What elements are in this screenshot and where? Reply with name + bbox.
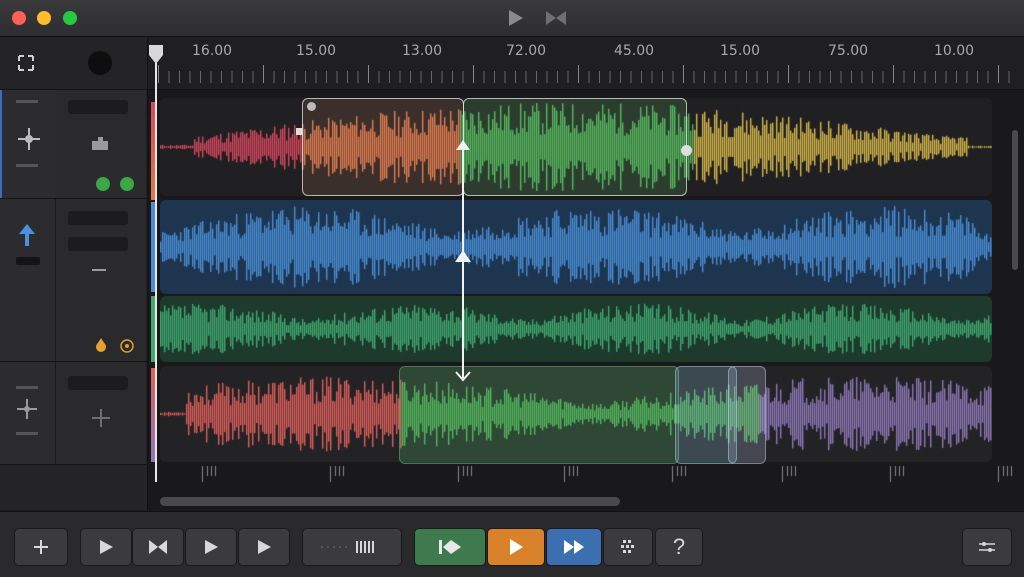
track-2-info	[56, 199, 146, 361]
ruler-label: 16.00	[192, 43, 233, 59]
ruler-label: 15.00	[720, 43, 761, 59]
track-1-controls	[0, 90, 58, 198]
record-indicator[interactable]	[88, 51, 112, 75]
move-icon	[92, 409, 110, 427]
play-button[interactable]	[238, 528, 290, 566]
meter-button[interactable]	[302, 528, 402, 566]
play-icon	[100, 540, 113, 554]
timeline-ruler[interactable]: 16.00 15.00 13.00 72.00 45.00 15.00 75.0…	[148, 37, 1024, 90]
region-handle[interactable]	[681, 145, 692, 156]
play-icon[interactable]	[506, 9, 526, 27]
region-handle[interactable]	[307, 102, 316, 111]
region-selection-bottom[interactable]	[399, 366, 679, 464]
track-2-waveform	[160, 200, 992, 294]
ruler-label: 13.00	[402, 43, 443, 59]
track-3-waveform	[160, 296, 992, 362]
adjust-button[interactable]	[962, 528, 1012, 566]
track-name-field[interactable]	[68, 237, 128, 251]
move-icon[interactable]	[16, 398, 38, 420]
transport-toolbar: ?	[0, 511, 1024, 577]
track-header-column	[0, 37, 148, 510]
play-icon	[258, 540, 271, 554]
title-bar	[0, 0, 1024, 37]
fast-forward-button[interactable]	[546, 528, 602, 566]
playhead-handle[interactable]	[148, 43, 164, 65]
track-name-field[interactable]	[68, 376, 128, 390]
ruler-major-ticks	[158, 65, 1014, 83]
marker-ruler[interactable]	[148, 462, 1024, 486]
play-icon	[205, 540, 218, 554]
bars-icon	[321, 541, 374, 553]
ruler-label: 15.00	[296, 43, 337, 59]
marker-ticks	[148, 462, 1024, 486]
ruler-label: 72.00	[506, 43, 547, 59]
minimize-window-button[interactable]	[37, 11, 51, 25]
grid-button[interactable]	[603, 528, 653, 566]
main-play-button[interactable]	[487, 528, 545, 566]
move-icon[interactable]	[16, 126, 42, 152]
play-button[interactable]	[80, 528, 132, 566]
track-3-lane[interactable]	[160, 296, 992, 362]
region-selection-green[interactable]	[463, 98, 687, 196]
puzzle-icon	[92, 137, 108, 150]
bowtie-icon[interactable]	[545, 10, 567, 26]
fast-forward-icon	[564, 540, 584, 554]
output-monitor-button[interactable]	[120, 177, 134, 191]
zoom-window-button[interactable]	[63, 11, 77, 25]
track-name-field[interactable]	[68, 211, 128, 225]
play-icon	[510, 539, 523, 555]
help-button[interactable]: ?	[655, 528, 703, 566]
grid-icon	[621, 540, 634, 553]
track-2-lane[interactable]	[160, 200, 992, 294]
horizontal-scrollbar[interactable]	[160, 497, 620, 506]
add-icon	[34, 540, 48, 554]
add-track-button[interactable]	[14, 528, 68, 566]
crossfade-region[interactable]	[728, 366, 766, 464]
play-button[interactable]	[185, 528, 237, 566]
playhead-line[interactable]	[155, 52, 157, 482]
target-icon[interactable]	[120, 339, 134, 353]
edit-cursor-arrow[interactable]	[452, 140, 474, 385]
ruler-label: 75.00	[828, 43, 869, 59]
region-selection-orange[interactable]	[302, 98, 464, 196]
flame-icon[interactable]	[94, 337, 108, 353]
skip-back-button[interactable]	[414, 528, 486, 566]
region-handle[interactable]	[296, 128, 303, 135]
vertical-scrollbar[interactable]	[1012, 130, 1018, 270]
track-1-info	[56, 90, 146, 198]
bowtie-button[interactable]	[132, 528, 184, 566]
adjust-icon	[979, 542, 995, 552]
divider	[0, 464, 147, 465]
ruler-label: 45.00	[614, 43, 655, 59]
skip-back-icon	[439, 540, 461, 554]
select-frame-icon[interactable]	[16, 53, 36, 73]
track-name-field[interactable]	[68, 100, 128, 114]
arrow-up-icon[interactable]	[18, 223, 36, 247]
close-window-button[interactable]	[12, 11, 26, 25]
tracks-area[interactable]	[148, 90, 1024, 510]
input-monitor-button[interactable]	[96, 177, 110, 191]
track-4-info	[56, 362, 146, 464]
track-2-controls	[0, 199, 56, 361]
bowtie-icon	[149, 540, 167, 554]
ruler-label: 10.00	[934, 43, 975, 59]
track-4-controls	[0, 362, 56, 464]
